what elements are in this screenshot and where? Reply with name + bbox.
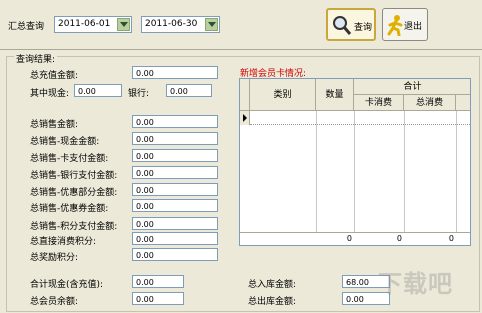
start-date-value: 2011-06-01 [58,19,111,29]
col-header-total-text: 合计 [403,82,422,92]
col-header-total-spend[interactable]: 总消费 [404,95,456,111]
col-header-count-text: 数量 [325,90,344,100]
sales-field[interactable]: 0.00 [132,115,218,128]
sales-field[interactable]: 0.00 [132,166,218,179]
stock-in-label: 总入库金额: [248,280,297,290]
total-card-spend: 0 [396,234,402,243]
end-date-picker[interactable]: 2011-06-30 [141,16,220,33]
magnifier-icon [332,15,352,40]
col-header-total: 合计 [354,79,470,95]
table-row[interactable] [250,111,470,125]
svg-text:下载吧: 下载吧 [378,270,453,298]
sales-label: 总销售-优惠券金额: [30,204,109,214]
cash-total-field[interactable]: 0.00 [132,275,184,288]
sales-field[interactable]: 0.00 [132,199,218,212]
sales-field[interactable]: 0.00 [132,183,218,196]
bank-field[interactable]: 0.00 [166,84,212,97]
exit-button-label: 退出 [404,22,423,32]
col-header-total-spend-text: 总消费 [415,98,443,108]
points-field[interactable]: 0.00 [132,248,218,261]
total-total-spend: 0 [448,234,454,243]
query-button-label: 查询 [354,23,373,33]
sales-label: 总销售-优惠部分金额: [30,188,118,198]
of-which-cash-field[interactable]: 0.00 [74,84,122,97]
points-label: 总直接消费积分: [30,237,97,247]
col-header-card-spend[interactable]: 卡消费 [354,95,404,111]
member-balance-field[interactable]: 0.00 [132,292,184,305]
total-recharge-label: 总充值金额: [30,71,79,81]
column-divider [404,111,405,245]
total-count: 0 [346,234,352,243]
end-date-value: 2011-06-30 [145,19,198,29]
col-header-card-spend-text: 卡消费 [364,98,392,108]
points-field[interactable]: 0.00 [132,232,218,245]
chevron-down-icon[interactable] [117,18,130,31]
row-indicator[interactable] [240,111,250,125]
sales-label: 总销售-卡支付金额: [30,154,109,164]
points-label: 总奖励积分: [30,253,79,263]
col-header-extra [456,95,470,111]
total-recharge-field[interactable]: 0.00 [132,66,218,79]
sales-field[interactable]: 0.00 [132,132,218,145]
sales-label: 总销售金额: [30,120,79,130]
member-balance-label: 总会员余额: [30,297,79,307]
chevron-down-icon[interactable] [205,18,218,31]
col-header-count[interactable]: 数量 [316,79,354,111]
col-header-category[interactable]: 类别 [250,79,316,111]
sales-label: 总销售-银行支付金额: [30,171,118,181]
sales-field[interactable]: 0.00 [132,149,218,162]
watermark-logo: 下载吧 [378,268,470,305]
column-divider [354,111,355,245]
totals-row: 0 0 0 [240,232,470,245]
start-date-picker[interactable]: 2011-06-01 [54,16,132,33]
points-field[interactable]: 0.00 [132,217,218,230]
new-cards-table[interactable]: 类别 数量 合计 卡消费 总消费 0 0 0 [239,78,471,246]
query-button[interactable]: 查询 [326,8,376,41]
toolbar: 汇总查询 2011-06-01 2011-06-30 查询 退出 [0,0,482,50]
of-which-cash-label: 其中现金: [30,89,70,99]
results-group-title: 查询结果: [14,52,58,65]
stock-out-label: 总出库金额: [248,297,297,307]
cash-total-label: 合计现金(含充值): [30,280,104,290]
col-header-category-text: 类别 [273,90,292,100]
row-header-corner [240,79,250,111]
column-divider [316,111,317,245]
bank-label: 银行: [128,89,150,99]
summary-query-label: 汇总查询 [8,22,45,32]
running-man-icon [387,14,405,39]
exit-button[interactable]: 退出 [382,8,428,41]
toolbar-divider [0,49,482,50]
points-label: 总销售-积分支付金额: [30,222,118,232]
sales-label: 总销售-现金金额: [30,137,100,147]
column-divider [456,111,457,245]
